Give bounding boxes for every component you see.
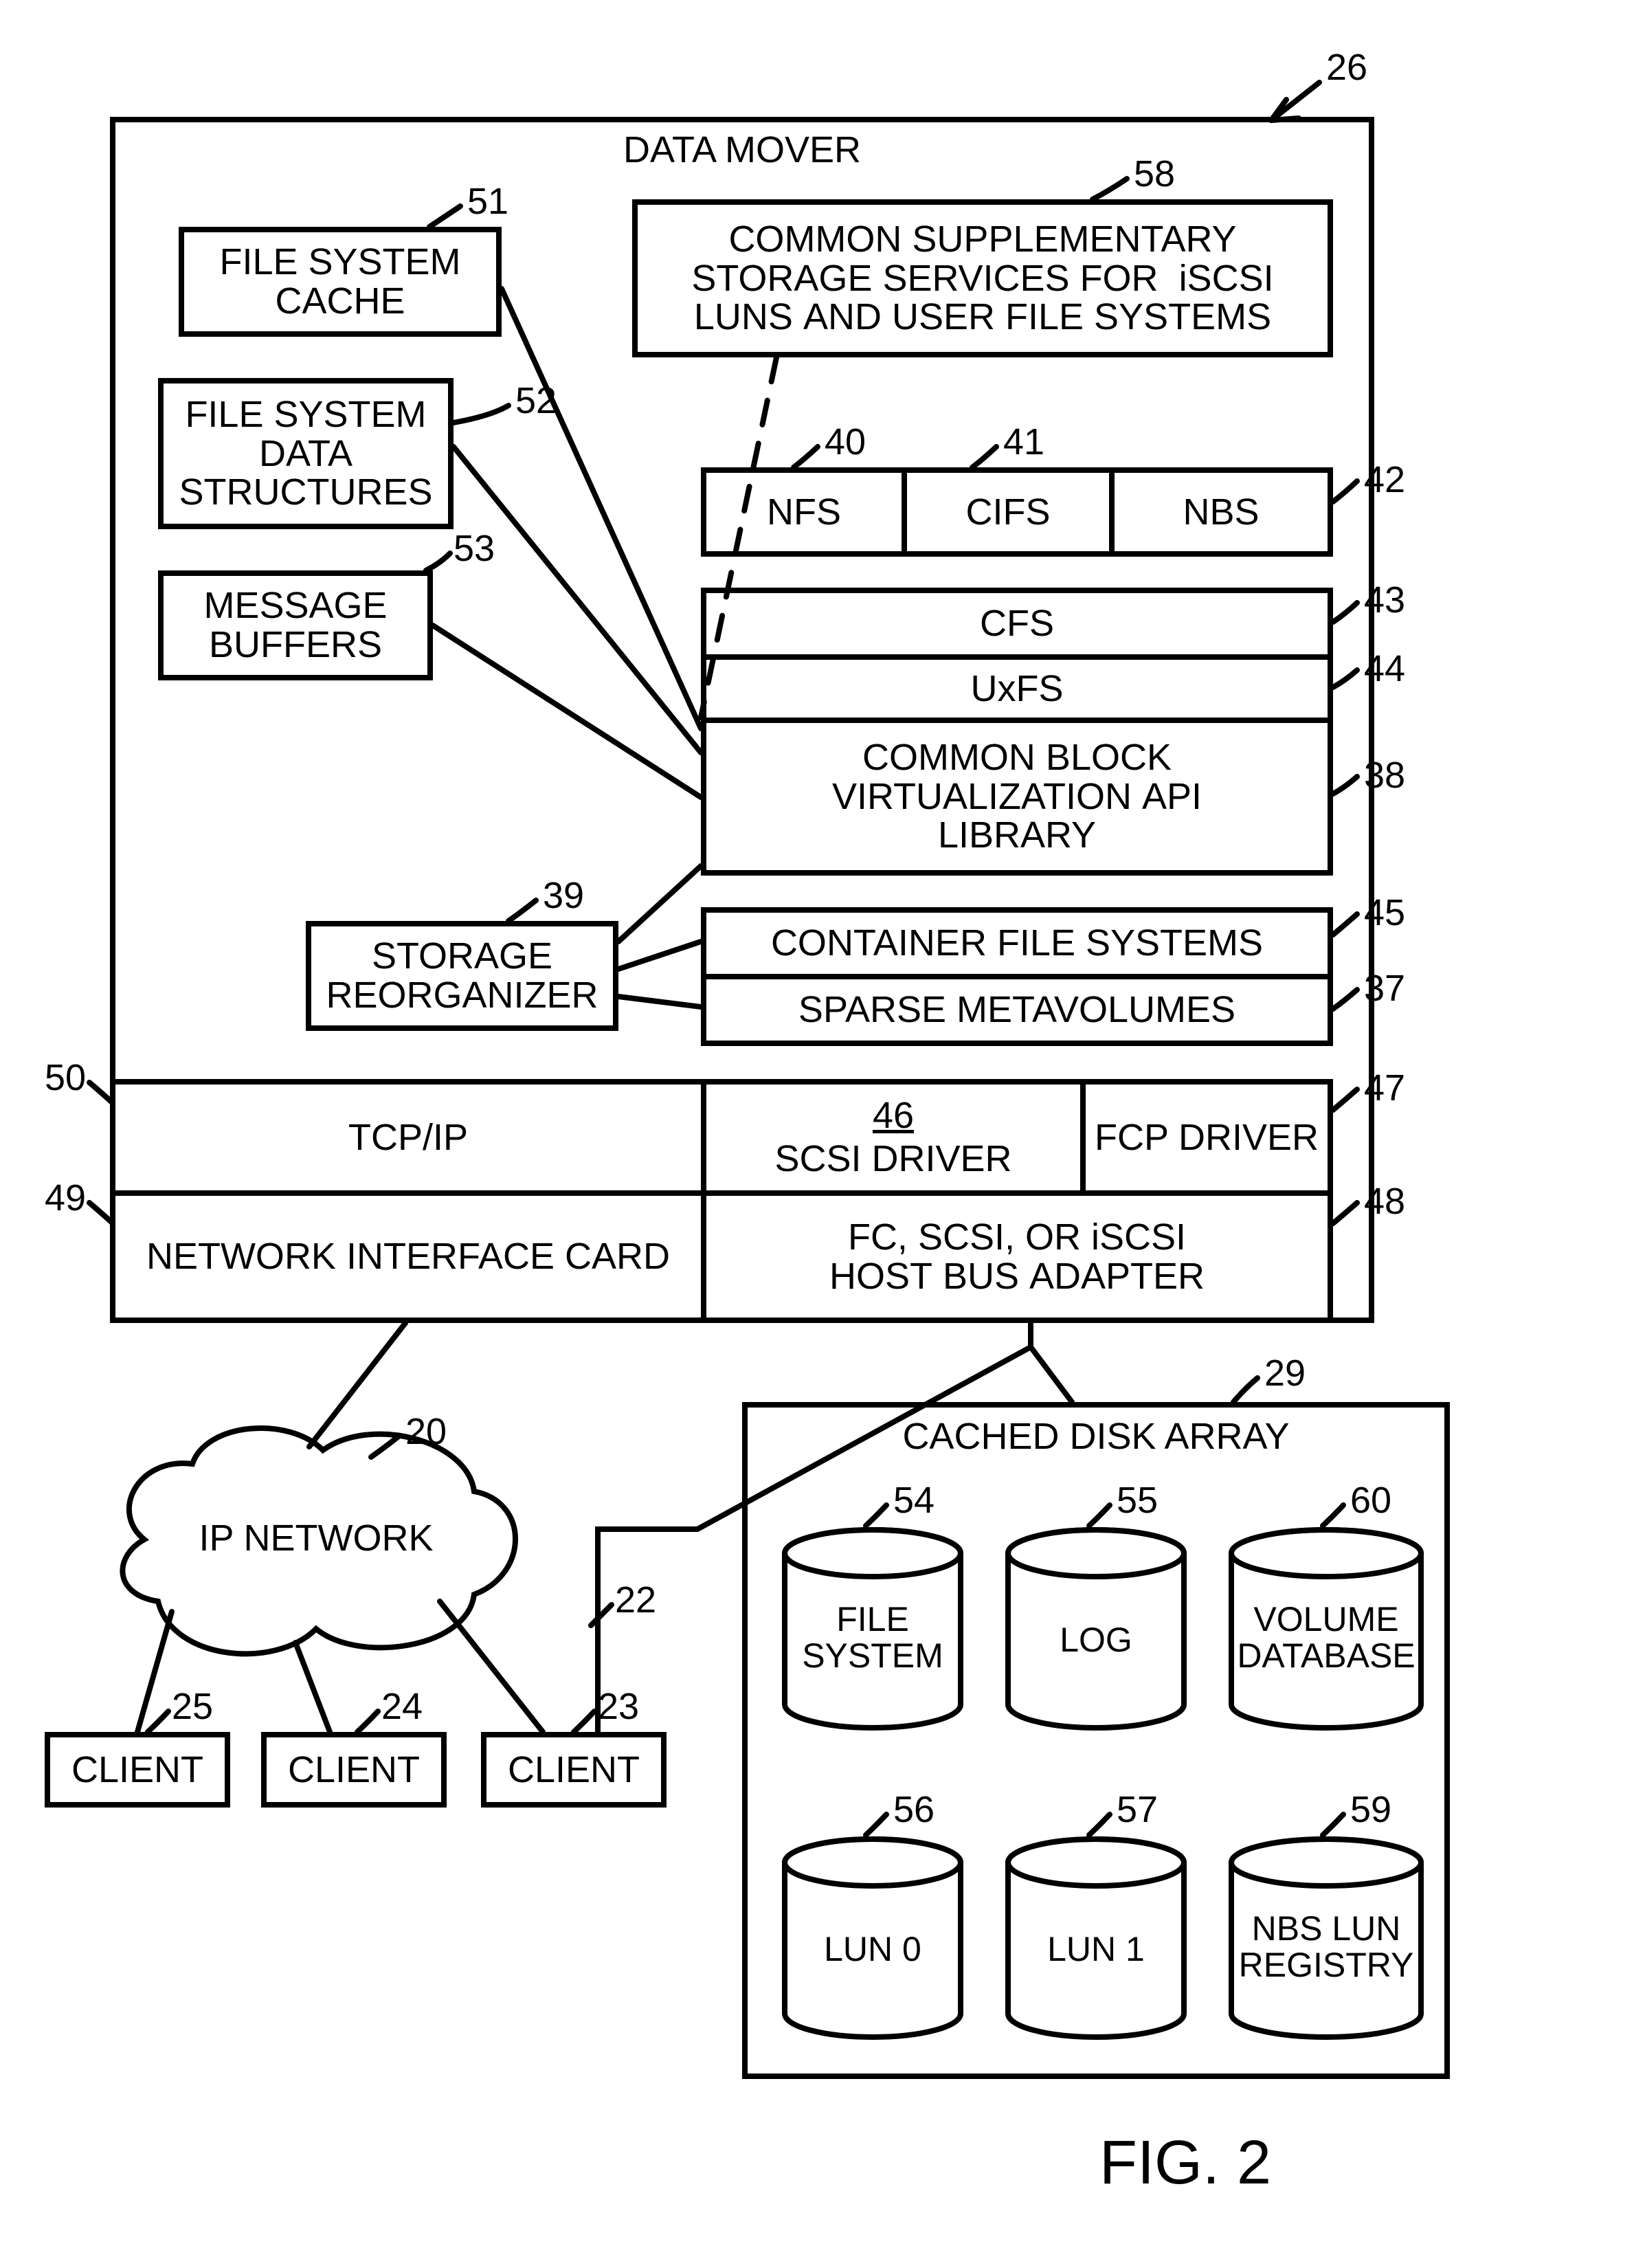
tcpip-box: TCP/IP <box>110 1079 706 1196</box>
ref-41: 41 <box>1003 423 1044 462</box>
ref-38: 38 <box>1364 756 1405 795</box>
cyl-lun1: LUN 1 <box>1003 1835 1189 2041</box>
common-supplementary-services: COMMON SUPPLEMENTARYSTORAGE SERVICES FOR… <box>632 199 1333 357</box>
ref-52: 52 <box>515 381 557 421</box>
ip-network-label: IP NETWORK <box>165 1519 467 1558</box>
ref-47: 47 <box>1364 1069 1405 1108</box>
client-25: CLIENT <box>45 1732 230 1808</box>
ref-24: 24 <box>381 1687 423 1726</box>
ref-23: 23 <box>598 1687 639 1726</box>
file-system-data-structures: FILE SYSTEMDATASTRUCTURES <box>158 378 454 529</box>
ref-43: 43 <box>1364 581 1405 620</box>
ref-56: 56 <box>893 1790 935 1830</box>
cyl-file-system: FILESYSTEM <box>780 1526 965 1732</box>
ref-55: 55 <box>1117 1481 1158 1520</box>
ref-42: 42 <box>1364 460 1405 500</box>
ref-20: 20 <box>405 1412 447 1452</box>
ref-57: 57 <box>1117 1790 1158 1830</box>
cfs-box: CFS <box>701 588 1333 660</box>
cyl-volume-database: VOLUMEDATABASE <box>1227 1526 1426 1732</box>
sparse-metavolumes: SPARSE METAVOLUMES <box>701 974 1333 1046</box>
ref-49: 49 <box>45 1179 86 1218</box>
cyl-lun0: LUN 0 <box>780 1835 965 2041</box>
ref-48: 48 <box>1364 1182 1405 1221</box>
cyl-log: LOG <box>1003 1526 1189 1732</box>
figure-label: FIG. 2 <box>1099 2131 1271 2196</box>
ref-37: 37 <box>1364 969 1405 1008</box>
container-file-systems: CONTAINER FILE SYSTEMS <box>701 907 1333 979</box>
cifs-box: CIFS <box>902 467 1115 557</box>
ref-44: 44 <box>1364 649 1405 689</box>
client-23: CLIENT <box>481 1732 667 1808</box>
fcp-driver-box: FCP DRIVER <box>1080 1079 1333 1196</box>
ref-51: 51 <box>467 182 508 221</box>
ref-26: 26 <box>1326 48 1367 87</box>
ref-39: 39 <box>543 876 584 915</box>
ref-40: 40 <box>825 423 866 462</box>
message-buffers: MESSAGEBUFFERS <box>158 570 433 680</box>
nfs-box: NFS <box>701 467 907 557</box>
host-bus-adapter: FC, SCSI, OR iSCSIHOST BUS ADAPTER <box>701 1190 1333 1323</box>
ref-60: 60 <box>1350 1481 1391 1520</box>
ref-29: 29 <box>1264 1354 1306 1393</box>
ref-59: 59 <box>1350 1790 1391 1830</box>
ref-46: 46 <box>873 1096 914 1135</box>
storage-reorganizer: STORAGEREORGANIZER <box>306 921 618 1031</box>
ref-53: 53 <box>454 529 495 568</box>
ref-54: 54 <box>893 1481 935 1520</box>
cyl-nbs-lun-registry: NBS LUNREGISTRY <box>1227 1835 1426 2041</box>
ref-50: 50 <box>45 1058 86 1098</box>
uxfs-box: UxFS <box>701 654 1333 723</box>
scsi-driver-box: 46 SCSI DRIVER <box>701 1079 1086 1196</box>
network-interface-card: NETWORK INTERFACE CARD <box>110 1190 706 1323</box>
common-block-virt-api-library: COMMON BLOCKVIRTUALIZATION APILIBRARY <box>701 718 1333 876</box>
client-24: CLIENT <box>261 1732 447 1808</box>
ref-58: 58 <box>1134 155 1175 194</box>
data-mover-title: DATA MOVER <box>110 131 1374 170</box>
ref-22: 22 <box>615 1581 656 1620</box>
cached-disk-array-title: CACHED DISK ARRAY <box>742 1417 1450 1456</box>
ref-25: 25 <box>172 1687 213 1726</box>
nbs-box: NBS <box>1109 467 1333 557</box>
ref-45: 45 <box>1364 893 1405 933</box>
file-system-cache: FILE SYSTEMCACHE <box>179 227 502 337</box>
